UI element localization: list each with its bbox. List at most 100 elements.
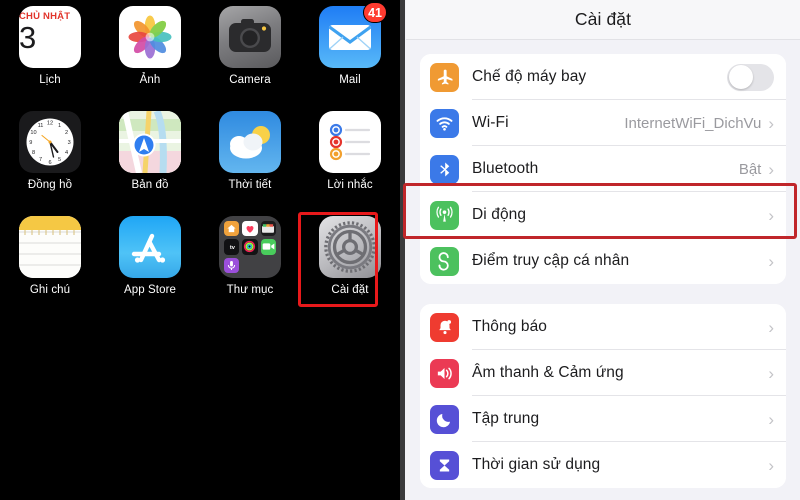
wifi-network-value: InternetWiFi_DichVu <box>624 114 762 132</box>
moon-icon <box>430 404 459 434</box>
app-icon-lich[interactable]: CHỦ NHẬT 3 Lịch <box>0 6 100 111</box>
screenshot-root: CHỦ NHẬT 3 Lịch Ảnh Camera 41 Mail 12 1 … <box>0 0 800 500</box>
svg-text:7: 7 <box>39 157 42 163</box>
svg-text:10: 10 <box>30 130 36 136</box>
svg-text:2: 2 <box>65 130 68 136</box>
maps-icon <box>119 111 181 173</box>
settings-row-label: Chế độ máy bay <box>472 68 587 85</box>
app-icon-anh[interactable]: Ảnh <box>100 6 200 111</box>
apple-tv-icon: tv <box>224 239 240 255</box>
folder-icon: tv <box>219 216 281 278</box>
chevron-right-icon: › <box>768 409 774 429</box>
app-icon-loi-nhac[interactable]: Lời nhắc <box>300 111 400 216</box>
bell-icon <box>430 312 459 342</box>
calendar-icon: CHỦ NHẬT 3 <box>19 6 81 68</box>
chevron-right-icon: › <box>768 363 774 383</box>
app-icon-thu-muc[interactable]: tv Thư mục <box>200 216 300 321</box>
app-icon-app-store[interactable]: App Store <box>100 216 200 321</box>
svg-text:tv: tv <box>229 245 235 251</box>
app-icon-thoi-tiet[interactable]: Thời tiết <box>200 111 300 216</box>
svg-text:4: 4 <box>65 150 68 156</box>
app-label: App Store <box>123 284 177 296</box>
wallet-icon <box>260 221 276 237</box>
app-icon-cai-dat[interactable]: Cài đặt <box>300 216 400 321</box>
settings-row-label: Di động <box>472 206 527 223</box>
speaker-icon <box>430 358 459 388</box>
settings-group-connectivity: Chế độ máy bay Wi-Fi InternetWiFi_DichVu <box>420 54 786 284</box>
hourglass-icon <box>430 450 459 480</box>
settings-group-notifications: Thông báo › Âm thanh & Cảm ứng › Tập tru… <box>420 304 786 488</box>
app-label: Camera <box>229 74 271 86</box>
airplane-mode-toggle[interactable] <box>727 63 774 91</box>
notes-icon <box>19 216 81 278</box>
app-label: Thời tiết <box>228 179 272 191</box>
svg-text:12: 12 <box>47 121 53 127</box>
app-label: Ghi chú <box>29 284 71 296</box>
facetime-icon <box>260 239 276 255</box>
bluetooth-state-value: Bật <box>738 160 762 178</box>
svg-text:5: 5 <box>58 157 61 163</box>
settings-gear-icon <box>319 216 381 278</box>
settings-row-bluetooth[interactable]: Bluetooth Bật › <box>420 146 786 192</box>
panel-divider <box>400 0 405 500</box>
calendar-date: 3 <box>19 20 37 55</box>
bluetooth-icon <box>430 154 459 184</box>
podcasts-icon <box>224 257 240 273</box>
settings-row-screen-time[interactable]: Thời gian sử dụng › <box>420 442 786 488</box>
app-label: Ảnh <box>139 74 161 86</box>
app-icon-camera[interactable]: Camera <box>200 6 300 111</box>
clock-icon: 12 1 23 45 67 89 10 11 <box>19 111 81 173</box>
app-icon-ghi-chu[interactable]: Ghi chú <box>0 216 100 321</box>
app-icon-ban-do[interactable]: Bản đồ <box>100 111 200 216</box>
svg-text:6: 6 <box>48 160 51 166</box>
app-label: Lịch <box>39 74 61 86</box>
app-label: Mail <box>339 74 361 86</box>
svg-text:9: 9 <box>29 140 32 146</box>
home-icon <box>224 221 240 237</box>
reminders-icon <box>319 111 381 173</box>
svg-text:11: 11 <box>38 123 44 129</box>
app-store-icon <box>119 216 181 278</box>
ios-home-screen: CHỦ NHẬT 3 Lịch Ảnh Camera 41 Mail 12 1 … <box>0 0 400 500</box>
chevron-right-icon: › <box>768 159 774 179</box>
photos-icon <box>119 6 181 68</box>
app-icon-mail[interactable]: 41 Mail <box>300 2 400 111</box>
svg-text:3: 3 <box>68 140 71 146</box>
chevron-right-icon: › <box>768 205 774 225</box>
settings-row-personal-hotspot[interactable]: Điểm truy cập cá nhân › <box>420 238 786 284</box>
airplane-icon <box>430 62 459 92</box>
mail-badge-count: 41 <box>363 2 387 23</box>
app-grid: CHỦ NHẬT 3 Lịch Ảnh Camera 41 Mail 12 1 … <box>0 2 400 321</box>
svg-text:8: 8 <box>32 150 35 156</box>
settings-row-label: Bluetooth <box>472 160 539 177</box>
health-icon <box>242 221 258 237</box>
hotspot-icon <box>430 246 459 276</box>
settings-row-label: Wi-Fi <box>472 114 509 131</box>
page-title: Cài đặt <box>574 9 632 29</box>
settings-row-notifications[interactable]: Thông báo › <box>420 304 786 350</box>
settings-row-sounds-haptics[interactable]: Âm thanh & Cảm ứng › <box>420 350 786 396</box>
app-label: Thư mục <box>226 284 274 296</box>
settings-row-label: Âm thanh & Cảm ứng <box>472 364 624 381</box>
chevron-right-icon: › <box>768 317 774 337</box>
app-label: Cài đặt <box>331 284 369 296</box>
settings-row-airplane-mode[interactable]: Chế độ máy bay <box>420 54 786 100</box>
chevron-right-icon: › <box>768 455 774 475</box>
settings-row-cellular[interactable]: Di động › <box>420 192 786 238</box>
camera-icon <box>219 6 281 68</box>
chevron-right-icon: › <box>768 251 774 271</box>
app-label: Lời nhắc <box>327 179 373 191</box>
app-icon-dong-ho[interactable]: 12 1 23 45 67 89 10 11 Đồng hồ <box>0 111 100 216</box>
app-label: Đồng hồ <box>27 179 73 191</box>
settings-row-wifi[interactable]: Wi-Fi InternetWiFi_DichVu › <box>420 100 786 146</box>
ios-settings-panel: Cài đặt Chế độ máy bay Wi-Fi InternetWiF… <box>400 0 800 500</box>
chevron-right-icon: › <box>768 113 774 133</box>
settings-row-focus[interactable]: Tập trung › <box>420 396 786 442</box>
settings-row-label: Thời gian sử dụng <box>472 456 601 473</box>
fitness-icon <box>242 239 258 255</box>
settings-row-label: Tập trung <box>472 410 540 427</box>
app-label: Bản đồ <box>131 179 169 191</box>
toggle-knob <box>728 65 753 89</box>
svg-text:1: 1 <box>58 123 61 129</box>
wifi-icon <box>430 108 459 138</box>
